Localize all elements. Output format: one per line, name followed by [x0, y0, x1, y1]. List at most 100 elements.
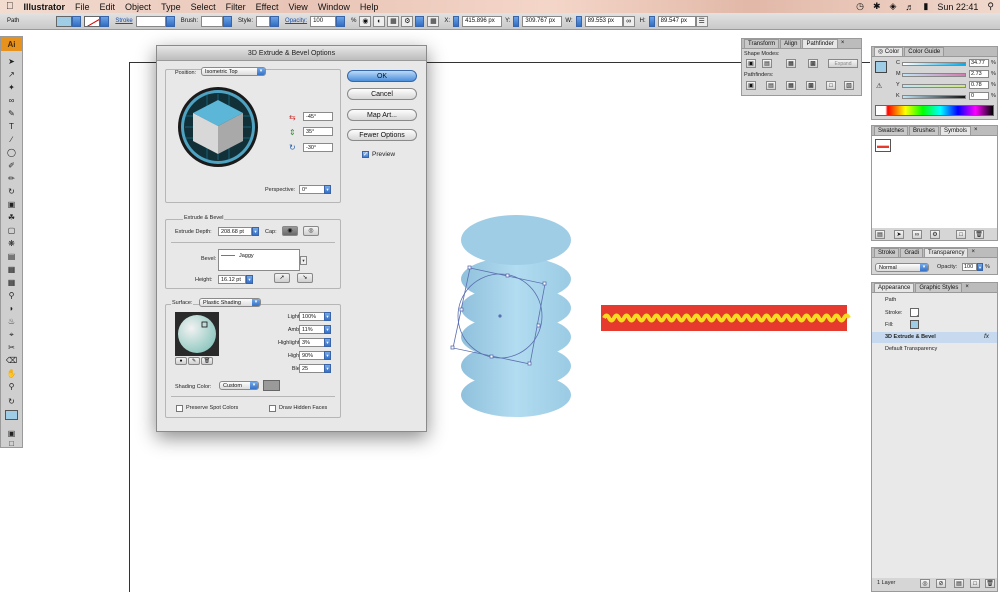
menu-app-name[interactable]: Illustrator — [24, 2, 66, 12]
unite-icon[interactable]: ▣ — [746, 59, 756, 68]
stroke-dropdown[interactable] — [100, 15, 110, 27]
bluetooth-icon[interactable]: ✱ — [873, 1, 881, 12]
new-symbol-icon[interactable]: □ — [956, 230, 966, 239]
surface-select[interactable]: Plastic Shading ▾ — [199, 298, 261, 307]
minus-back-icon[interactable]: ▧ — [844, 81, 854, 90]
light-intensity-dropdown[interactable]: ▾ — [324, 312, 331, 321]
shading-color-swatch[interactable] — [263, 380, 280, 391]
tab-symbols[interactable]: Symbols — [940, 126, 972, 135]
transparency-opacity-field[interactable]: 100 — [962, 263, 977, 271]
hand-tool-icon[interactable]: ✋ — [5, 369, 18, 379]
clear-appearance-icon[interactable]: ⊘ — [936, 579, 946, 588]
reference-point-icon[interactable]: ▦ — [427, 15, 440, 27]
menu-edit[interactable]: Edit — [100, 2, 116, 12]
position-select[interactable]: Isometric Top ▾ — [201, 67, 266, 76]
close-icon[interactable]: × — [841, 39, 845, 48]
channel-m-field[interactable]: 2.73 — [969, 70, 989, 78]
menu-file[interactable]: File — [75, 2, 90, 12]
style-dropdown[interactable] — [270, 15, 280, 27]
direct-selection-tool-icon[interactable]: ↗ — [5, 70, 18, 80]
cap-on-button[interactable]: ◉ — [282, 226, 298, 236]
y-spinner[interactable] — [513, 15, 520, 27]
close-icon[interactable]: × — [974, 126, 978, 135]
channel-k-field[interactable]: 0 — [969, 92, 989, 100]
brush-dropdown[interactable] — [223, 15, 233, 27]
tab-align[interactable]: Align — [780, 39, 802, 48]
w-field[interactable]: 89.553 px — [584, 15, 623, 27]
anchor-point[interactable] — [489, 354, 494, 359]
menu-clock[interactable]: Sun 22:41 — [937, 2, 978, 12]
channel-c-slider[interactable] — [902, 62, 966, 66]
opacity-link[interactable]: Opacity: — [285, 18, 307, 24]
screen-mode-icon[interactable]: □ — [5, 439, 18, 449]
slice-tool-icon[interactable]: ✂ — [5, 343, 18, 353]
tab-stroke[interactable]: Stroke — [874, 248, 900, 257]
bevel-in-button[interactable]: ➘ — [297, 273, 313, 283]
channel-y-slider[interactable] — [902, 84, 966, 88]
reduce-icon[interactable]: ▤ — [954, 579, 964, 588]
highlight-intensity-field[interactable]: 3% — [299, 338, 325, 347]
move-light-back-button[interactable]: ● — [175, 357, 187, 365]
blend-tool-icon[interactable]: ◗ — [5, 304, 18, 314]
channel-c-field[interactable]: 34.77 — [969, 59, 989, 67]
crop-tool-icon[interactable]: ⌖ — [5, 330, 18, 340]
h-field[interactable]: 89.547 px — [657, 15, 696, 27]
type-tool-icon[interactable]: T — [5, 122, 18, 132]
menu-effect[interactable]: Effect — [256, 2, 279, 12]
tab-appearance[interactable]: Appearance — [874, 283, 915, 292]
h-spinner[interactable] — [648, 15, 655, 27]
rotation-track-cube[interactable] — [177, 86, 259, 168]
map-art-button[interactable]: Map Art... — [347, 109, 417, 121]
new-light-button[interactable]: ✎ — [188, 357, 200, 365]
place-symbol-icon[interactable]: ➤ — [894, 230, 904, 239]
outline-icon[interactable]: □ — [826, 81, 836, 90]
x-field[interactable]: 415.896 px — [462, 15, 503, 27]
appearance-stroke-swatch[interactable] — [910, 308, 919, 317]
close-icon[interactable]: × — [971, 248, 975, 257]
cap-off-button[interactable]: ◎ — [303, 226, 319, 236]
live-paint-tool-icon[interactable]: ♨ — [5, 317, 18, 327]
crop-icon[interactable]: ▩ — [806, 81, 816, 90]
stroke-weight-dropdown[interactable] — [165, 15, 175, 27]
pencil-tool-icon[interactable]: ✏ — [5, 174, 18, 184]
extruded-cylinder[interactable] — [461, 215, 571, 417]
menu-window[interactable]: Window — [318, 2, 350, 12]
fx-icon[interactable]: fx — [984, 333, 989, 340]
fill-color-icon[interactable] — [5, 410, 18, 420]
break-link-icon[interactable]: ∞ — [912, 230, 922, 239]
anchor-point[interactable] — [450, 345, 455, 350]
align-icon[interactable]: ▦ — [387, 15, 400, 27]
highlight-size-field[interactable]: 90% — [299, 351, 325, 360]
anchor-point[interactable] — [536, 323, 541, 328]
perspective-field[interactable]: 0° — [299, 185, 325, 194]
drawing-mode-icon[interactable]: ▣ — [5, 429, 18, 439]
shading-color-select[interactable]: Custom ▾ — [219, 381, 259, 390]
w-spinner[interactable] — [575, 15, 582, 27]
delete-item-icon[interactable]: 🗑 — [985, 579, 995, 588]
merge-icon[interactable]: ▦ — [786, 81, 796, 90]
bevel-dropdown[interactable]: ▾ — [300, 256, 307, 265]
free-transform-tool-icon[interactable]: ▢ — [5, 226, 18, 236]
stroke-link[interactable]: Stroke — [115, 18, 132, 24]
eyedropper-tool-icon[interactable]: ⚲ — [5, 291, 18, 301]
zigzag-stroke-bar[interactable] — [601, 305, 851, 331]
isolate-icon[interactable]: ◐ — [373, 15, 386, 27]
divide-icon[interactable]: ▣ — [746, 81, 756, 90]
tab-transparency[interactable]: Transparency — [924, 248, 969, 257]
fill-dropdown[interactable] — [72, 15, 82, 27]
menu-help[interactable]: Help — [360, 2, 379, 12]
selection-tool-icon[interactable]: ➤ — [5, 57, 18, 67]
anchor-point[interactable] — [467, 265, 472, 270]
rotate-tool-icon[interactable]: ↻ — [5, 187, 18, 197]
warp-tool-icon[interactable]: ☘ — [5, 213, 18, 223]
volume-icon[interactable]: ♬ — [905, 2, 914, 12]
brush-field[interactable] — [201, 15, 224, 27]
draw-hidden-checkbox[interactable] — [269, 405, 276, 412]
blend-steps-dropdown[interactable]: ▾ — [324, 364, 331, 373]
duplicate-item-icon[interactable]: □ — [970, 579, 980, 588]
menu-view[interactable]: View — [288, 2, 307, 12]
ambient-light-dropdown[interactable]: ▾ — [324, 325, 331, 334]
extrude-depth-dropdown[interactable]: ▾ — [252, 227, 259, 236]
ellipse-tool-icon[interactable]: ◯ — [5, 148, 18, 158]
exclude-icon[interactable]: ▩ — [808, 59, 818, 68]
